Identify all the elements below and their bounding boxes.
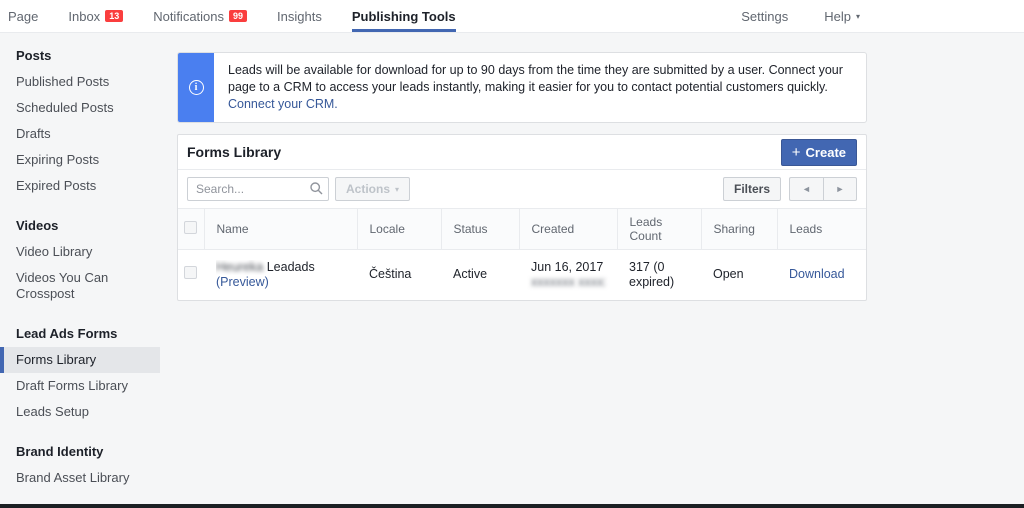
cell-sharing: Open (713, 267, 744, 282)
banner-body: Leads will be available for download for… (214, 53, 866, 122)
nav-item-settings[interactable]: Settings (741, 0, 788, 32)
column-header-created: Created (519, 208, 618, 250)
arrow-left-icon: ◄ (802, 184, 811, 194)
column-header-leads-count: Leads Count (617, 208, 702, 250)
top-nav: Page Inbox 13 Notifications 99 Insights … (0, 0, 1024, 33)
table-row: Heureka Leadads (Preview) Čeština Active… (178, 250, 866, 300)
sidebar-item-videos-you-can-crosspost[interactable]: Videos You Can Crosspost (0, 265, 160, 307)
sidebar-header-brand-identity: Brand Identity (16, 444, 104, 459)
plus-icon: + (791, 143, 801, 161)
notifications-count-badge: 99 (229, 10, 248, 22)
row-checkbox[interactable] (184, 266, 197, 280)
nav-item-publishing-tools[interactable]: Publishing Tools (351, 0, 456, 32)
main-content: i Leads will be available for download f… (177, 33, 867, 301)
sidebar-item-scheduled-posts[interactable]: Scheduled Posts (0, 95, 160, 121)
banner-icon-column: i (178, 53, 214, 122)
filters-button-label: Filters (733, 182, 770, 196)
next-page-button[interactable]: ► (823, 177, 857, 201)
inbox-count-badge: 13 (105, 10, 124, 22)
nav-item-notifications[interactable]: Notifications 99 (153, 0, 248, 32)
nav-item-label: Settings (741, 8, 789, 24)
download-link[interactable]: Download (789, 267, 845, 281)
pagination: ◄ ► (789, 177, 857, 201)
form-name-redacted: Heureka (216, 259, 264, 274)
sidebar-item-brand-asset-library[interactable]: Brand Asset Library (0, 465, 160, 491)
toolbar-right: Filters ◄ ► (722, 177, 857, 201)
panel-header: Forms Library + Create (178, 135, 866, 170)
cell-created: Jun 16, 2017 at… xxxxxxx xxxxxxxxx (519, 250, 617, 300)
sidebar-header-videos: Videos (16, 218, 59, 233)
preview-link[interactable]: (Preview) (216, 275, 269, 289)
sidebar-header-posts: Posts (16, 48, 52, 63)
nav-item-label: Notifications (153, 8, 225, 24)
sidebar-item-draft-forms-library[interactable]: Draft Forms Library (0, 373, 160, 399)
nav-item-label: Inbox (68, 8, 101, 24)
sidebar-header-lead-ads-forms: Lead Ads Forms (16, 326, 118, 341)
nav-item-label: Help (824, 8, 851, 24)
bottom-edge-bar (0, 504, 1024, 508)
chevron-down-icon: ▾ (855, 11, 860, 21)
column-header-sharing: Sharing (701, 208, 778, 250)
cell-leads-count: 317 (0 expired) (629, 259, 675, 289)
column-header-status: Status (441, 208, 520, 250)
sidebar-group-lead-ads-forms: Lead Ads Forms Forms Library Draft Forms… (0, 319, 160, 425)
nav-item-help[interactable]: Help ▾ (824, 0, 860, 32)
table-header-row: Name Locale Status Created Leads Count S… (178, 208, 866, 250)
select-all-checkbox[interactable] (184, 221, 197, 234)
sidebar: Posts Published Posts Scheduled Posts Dr… (0, 33, 160, 504)
sidebar-item-expiring-posts[interactable]: Expiring Posts (0, 147, 160, 173)
search-input[interactable] (187, 177, 329, 201)
create-button-label: Create (805, 144, 846, 160)
nav-item-label: Page (8, 8, 39, 24)
create-button[interactable]: + Create (780, 138, 857, 166)
form-name: Leadads (266, 259, 315, 274)
top-nav-left: Page Inbox 13 Notifications 99 Insights … (0, 0, 486, 32)
previous-page-button[interactable]: ◄ (789, 177, 823, 201)
search-icon (310, 182, 323, 200)
sidebar-item-published-posts[interactable]: Published Posts (0, 69, 160, 95)
filters-button[interactable]: Filters (722, 177, 781, 201)
chevron-down-icon: ▾ (395, 184, 400, 194)
sidebar-item-leads-setup[interactable]: Leads Setup (0, 399, 160, 425)
column-header-leads: Leads (777, 208, 866, 250)
actions-button[interactable]: Actions ▾ (335, 177, 411, 201)
nav-item-page[interactable]: Page (8, 0, 38, 32)
banner-text: Leads will be available for download for… (228, 63, 843, 94)
sidebar-group-brand-identity: Brand Identity Brand Asset Library (0, 437, 160, 491)
column-header-locale: Locale (357, 208, 442, 250)
sidebar-group-posts: Posts Published Posts Scheduled Posts Dr… (0, 41, 160, 199)
nav-item-label: Publishing Tools (351, 8, 456, 24)
column-header-name: Name (204, 208, 358, 250)
nav-item-label: Insights (277, 8, 322, 24)
table-toolbar: Actions ▾ Filters ◄ ► (178, 170, 866, 208)
sidebar-item-forms-library[interactable]: Forms Library (0, 347, 160, 373)
connect-crm-link[interactable]: Connect your CRM. (228, 96, 852, 113)
sidebar-group-videos: Videos Video Library Videos You Can Cros… (0, 211, 160, 307)
created-by-redacted: xxxxxxx xxxxxxxxx (531, 274, 605, 289)
forms-table: Name Locale Status Created Leads Count S… (178, 208, 866, 300)
leads-info-banner: i Leads will be available for download f… (177, 52, 867, 123)
search-wrap (187, 177, 329, 201)
nav-item-inbox[interactable]: Inbox 13 (68, 0, 124, 32)
info-icon: i (188, 80, 204, 95)
sidebar-item-drafts[interactable]: Drafts (0, 121, 160, 147)
actions-button-label: Actions (346, 182, 391, 196)
cell-status: Active (453, 267, 488, 282)
nav-item-insights[interactable]: Insights (277, 0, 322, 32)
sidebar-item-video-library[interactable]: Video Library (0, 239, 160, 265)
arrow-right-icon: ► (835, 184, 845, 194)
created-date: Jun 16, 2017 at… (531, 259, 605, 274)
cell-locale: Čeština (369, 267, 412, 282)
panel-title: Forms Library (187, 144, 282, 160)
sidebar-item-expired-posts[interactable]: Expired Posts (0, 173, 160, 199)
cell-name: Heureka Leadads (Preview) (204, 250, 357, 300)
forms-library-panel: Forms Library + Create Actions ▾ Filters (177, 134, 867, 301)
top-nav-right: Settings Help ▾ (705, 0, 860, 32)
